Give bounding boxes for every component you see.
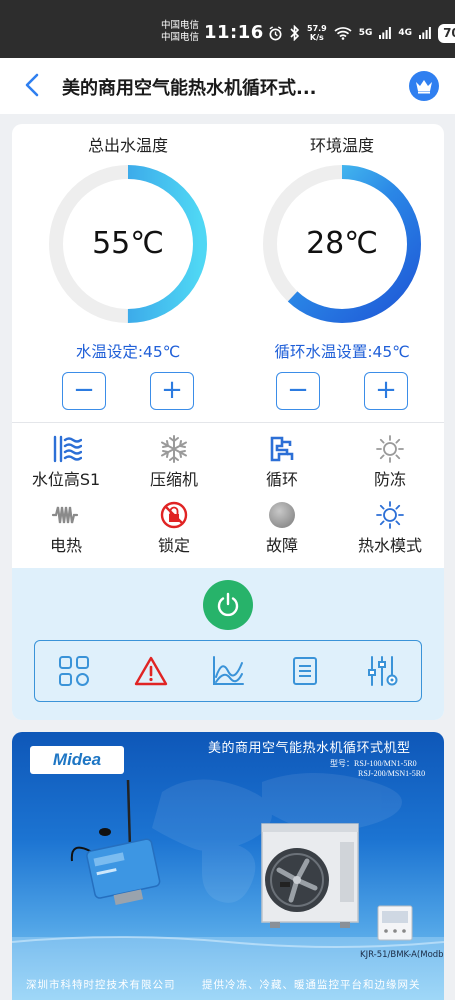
gauge-title: 环境温度: [309, 136, 374, 155]
page-title: 美的商用空气能热水机循环式...: [62, 78, 317, 99]
carrier-2: 中国电信: [161, 32, 200, 43]
log-list-button[interactable]: [287, 653, 323, 689]
signal-1-label: 5G: [358, 28, 373, 38]
fault-dot-icon: [269, 502, 295, 528]
bluetooth-icon: [290, 25, 300, 41]
decrease-button[interactable]: −: [62, 372, 106, 410]
status-label: 电热: [49, 536, 82, 555]
sun-icon: [376, 435, 404, 463]
pump-icon: [270, 436, 294, 462]
battery-indicator: 70: [438, 23, 455, 43]
app-header: 美的商用空气能热水机循环式...: [0, 58, 455, 114]
setpoint-label: 循环水温设置:45℃: [274, 343, 410, 361]
dashboard-button[interactable]: [56, 653, 92, 689]
ambient-temp-gauge: 环境温度 28℃ 循环水温设置:45℃ − +: [242, 134, 442, 410]
gauge-ring: 28℃: [260, 162, 424, 326]
controller-label: KJR-51/BMK-A(Modbus): [360, 950, 444, 960]
control-area: [12, 568, 444, 720]
grid-icon: [58, 656, 89, 686]
gauge-value: 28℃: [306, 226, 378, 261]
signal-2-label: 4G: [398, 28, 413, 38]
alarm-button[interactable]: [133, 653, 169, 689]
alarm-clock-icon: [269, 25, 282, 40]
status-electric-heater: 电热: [12, 500, 120, 560]
outlet-water-temp-gauge: 总出水温度 55℃ 水温设定:45℃ − +: [28, 134, 228, 410]
status-indicators: 水位高S1 压缩机 循环 防冻 电热 锁定 故障 热水模式: [12, 434, 444, 564]
gauge-ring: 55℃: [46, 162, 210, 326]
product-banner[interactable]: Midea 美的商用空气能热水机循环式机型 型号：RSJ-100/MN1-5R0…: [12, 732, 444, 1000]
status-label: 压缩机: [149, 470, 198, 489]
carrier-1: 中国电信: [161, 20, 200, 31]
carrier-labels: 中国电信 中国电信: [161, 20, 199, 44]
increase-button[interactable]: +: [150, 372, 194, 410]
settings-button[interactable]: [364, 653, 400, 689]
increase-button[interactable]: +: [364, 372, 408, 410]
setpoint-stepper: − +: [242, 372, 442, 410]
status-label: 水位高S1: [31, 470, 101, 489]
status-hot-water-mode: 热水模式: [336, 500, 444, 560]
status-antifreeze: 防冻: [336, 434, 444, 494]
status-icons: 57.9 K/s 5G 4G 70: [268, 22, 455, 44]
water-level-icon: [53, 435, 82, 463]
setpoint-stepper: − +: [28, 372, 228, 410]
status-label: 热水模式: [357, 536, 422, 555]
status-compressor: 压缩机: [120, 434, 228, 494]
status-label: 故障: [265, 536, 298, 555]
function-toolbar: [34, 640, 422, 702]
status-water-level: 水位高S1: [12, 434, 120, 494]
net-speed: 57.9 K/s: [307, 24, 327, 42]
settings-sliders-icon: [368, 656, 398, 686]
sun-icon: [376, 501, 404, 529]
power-button[interactable]: [203, 580, 253, 630]
status-locked: 锁定: [120, 500, 228, 560]
wifi-icon: [334, 27, 352, 40]
clock: 11:16: [204, 22, 264, 43]
setpoint-label: 水温设定:45℃: [75, 343, 181, 361]
heater-icon: [51, 506, 79, 524]
divider: [12, 422, 444, 423]
chevron-left-icon[interactable]: [20, 72, 46, 98]
status-fault: 故障: [228, 500, 336, 560]
list-icon: [293, 657, 318, 685]
snowflake-icon: [161, 435, 187, 463]
history-chart-button[interactable]: [210, 653, 246, 689]
power-icon: [217, 592, 239, 617]
signal-bars-icon: [419, 27, 431, 39]
chart-icon: [212, 656, 244, 685]
status-label: 防冻: [373, 470, 406, 489]
signal-bars-icon: [379, 27, 392, 39]
status-label: 循环: [265, 470, 298, 489]
decrease-button[interactable]: −: [276, 372, 320, 410]
banner-slogan: 提供冷冻、冷藏、暖通监控平台和边缘网关: [202, 979, 421, 991]
status-circulation: 循环: [228, 434, 336, 494]
crown-icon[interactable]: [409, 71, 439, 101]
status-bar: 中国电信 中国电信 11:16 57.9 K/s 5G 4G 70: [0, 0, 455, 58]
banner-title: 美的商用空气能热水机循环式机型: [208, 741, 411, 756]
device-panel: 总出水温度 55℃ 水温设定:45℃ − + 环境温度 28℃ 循环水温设置:4…: [12, 124, 444, 720]
lock-prohibited-icon: [160, 501, 188, 529]
warning-icon: [134, 656, 167, 686]
status-label: 锁定: [157, 536, 190, 555]
midea-logo: Midea: [30, 746, 124, 774]
banner-model-line-1: 型号：RSJ-100/MN1-5R0: [330, 759, 417, 768]
banner-model-line-2: RSJ-200/MSN1-5R0: [358, 769, 426, 778]
banner-company: 深圳市科特时控技术有限公司: [26, 979, 176, 991]
gauge-title: 总出水温度: [87, 136, 168, 155]
gauge-value: 55℃: [92, 226, 164, 261]
